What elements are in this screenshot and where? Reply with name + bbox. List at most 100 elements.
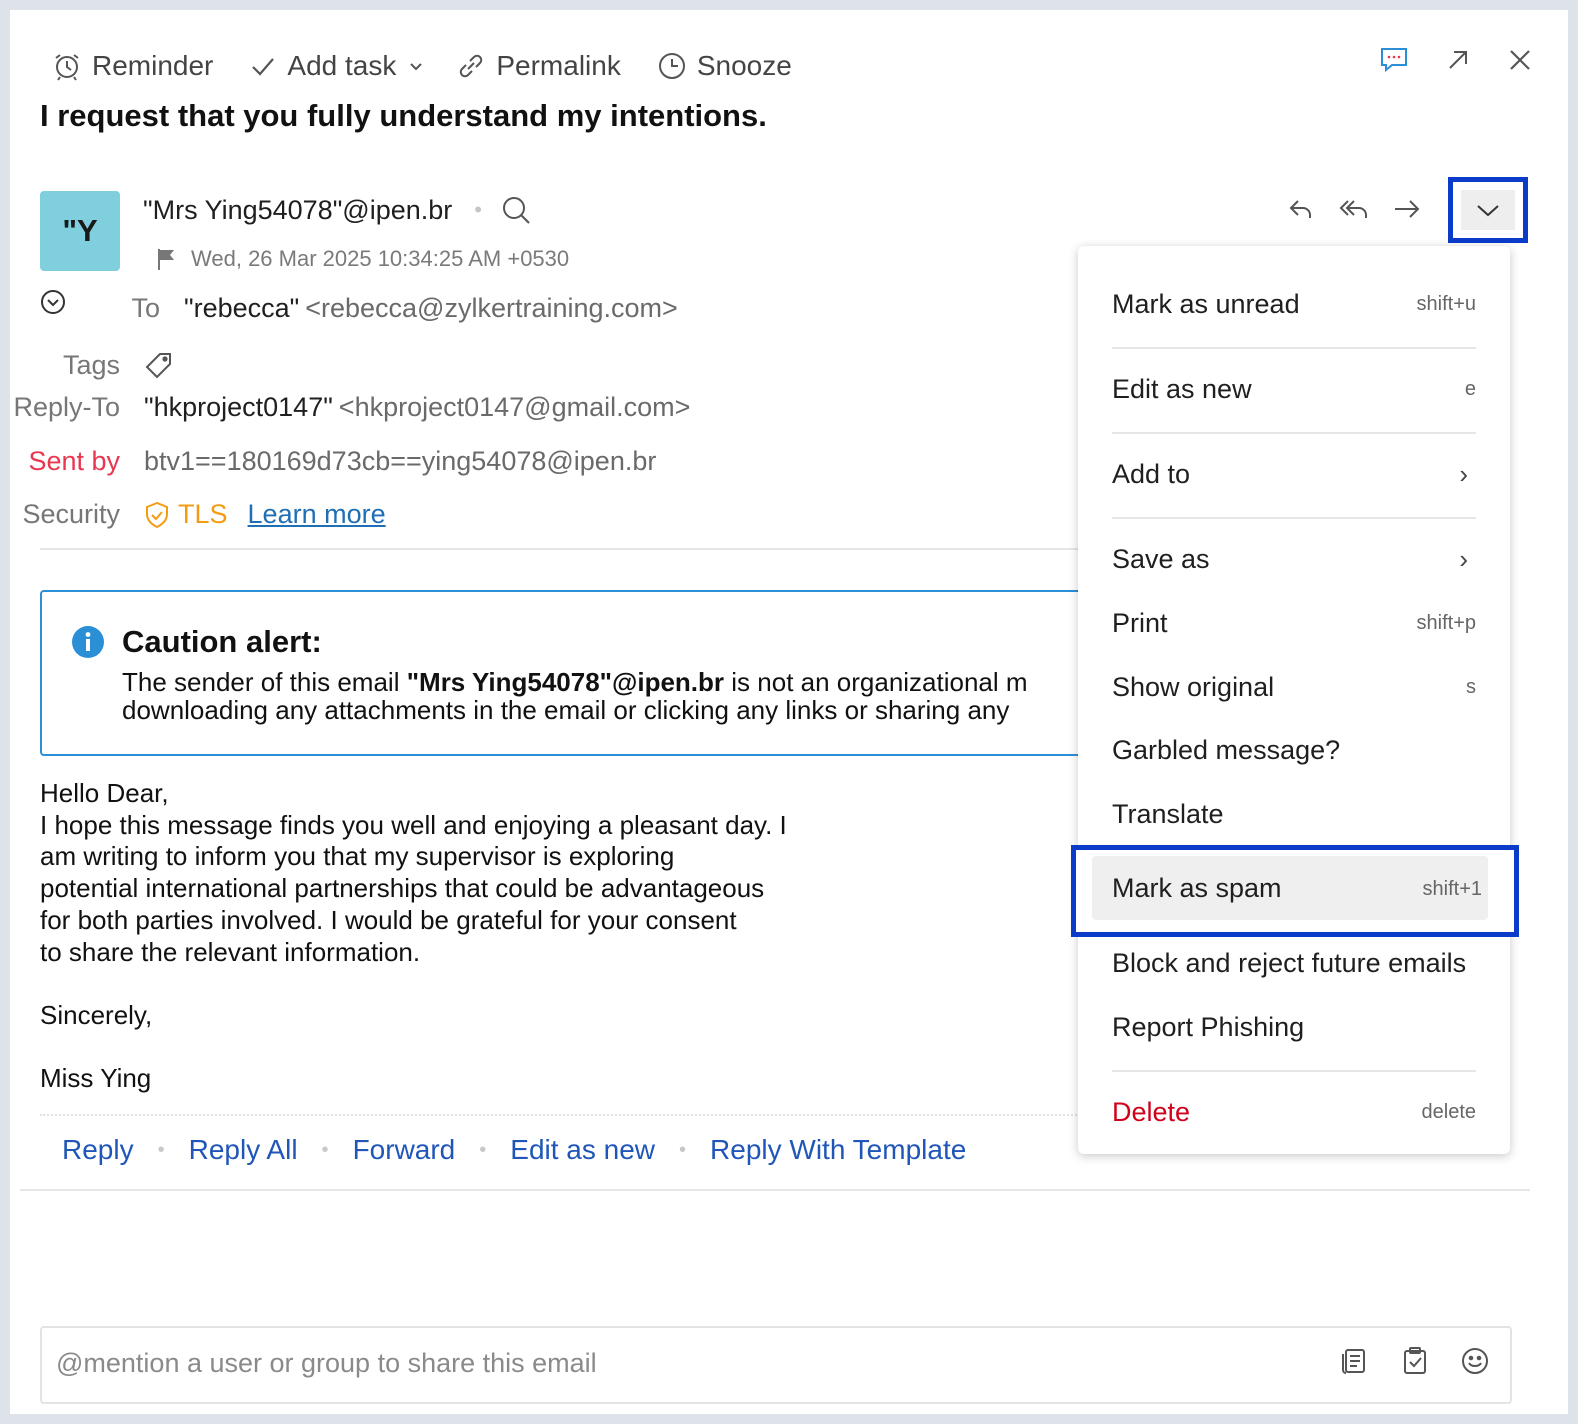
security-label: Security	[22, 499, 120, 529]
emoji-button[interactable]	[1460, 1346, 1490, 1376]
caution-line-1-post: is not an organizational m	[724, 667, 1028, 697]
search-icon[interactable]	[500, 194, 532, 226]
menu-item-mark-as-unread[interactable]: Mark as unread shift+u	[1112, 289, 1476, 320]
datetime-text: Wed, 26 Mar 2025 10:34:25 AM +0530	[191, 246, 570, 271]
reply-separator: •	[157, 1138, 165, 1161]
email-body: Hello Dear, I hope this message finds yo…	[40, 778, 787, 1095]
forward-icon-button[interactable]	[1392, 194, 1422, 224]
avatar[interactable]: "Y	[40, 191, 120, 271]
reply-to-name[interactable]: "hkproject0147"	[144, 392, 333, 423]
reply-separator: •	[321, 1138, 329, 1161]
caution-sender: "Mrs Ying54078"@ipen.br	[406, 667, 725, 697]
menu-item-label: Translate	[1112, 799, 1224, 829]
chevron-right-icon: ›	[1459, 459, 1468, 489]
caution-line-2: downloading any attachments in the email…	[122, 695, 1010, 725]
smiley-icon	[1462, 1348, 1488, 1374]
menu-item-show-original[interactable]: Show original s	[1112, 672, 1476, 703]
reminder-label: Reminder	[92, 50, 214, 81]
menu-item-translate[interactable]: Translate	[1112, 799, 1476, 830]
reply-divider	[40, 1114, 1100, 1116]
menu-item-label: Add to	[1112, 459, 1191, 489]
close-icon	[1510, 50, 1530, 70]
menu-item-block-and-reject[interactable]: Block and reject future emails	[1112, 948, 1476, 979]
reply-to-label: Reply-To	[13, 392, 120, 422]
more-actions-menu: Mark as unread shift+u Edit as new e Add…	[1078, 246, 1510, 1154]
caution-line-1: The sender of this email "Mrs Ying54078"…	[122, 668, 1028, 696]
caution-line-1-pre: The sender of this email	[122, 667, 407, 697]
bottom-divider	[20, 1189, 1530, 1191]
snooze-button[interactable]: Snooze	[657, 50, 792, 82]
menu-item-report-phishing[interactable]: Report Phishing	[1112, 1012, 1476, 1043]
add-task-button[interactable]: Add task	[249, 50, 396, 82]
info-icon	[72, 626, 104, 658]
menu-item-shortcut: shift+1	[1422, 878, 1482, 900]
edit-as-new-link[interactable]: Edit as new	[510, 1134, 655, 1166]
menu-item-label: Block and reject future emails	[1112, 948, 1467, 978]
menu-item-print[interactable]: Print shift+p	[1112, 608, 1476, 639]
reply-separator: •	[479, 1138, 487, 1161]
more-actions-inner	[1461, 190, 1515, 230]
menu-item-garbled-message[interactable]: Garbled message?	[1112, 735, 1476, 766]
reply-to-email[interactable]: <hkproject0147@gmail.com>	[339, 392, 691, 423]
reply-icon	[1289, 200, 1311, 218]
comment-button[interactable]	[1378, 44, 1410, 76]
snooze-label: Snooze	[696, 50, 792, 81]
reminder-button[interactable]: Reminder	[52, 50, 213, 82]
menu-item-mark-as-spam[interactable]: Mark as spam shift+1	[1071, 845, 1519, 937]
mention-input[interactable]: @mention a user or group to share this e…	[40, 1326, 1512, 1404]
sender-address[interactable]: "Mrs Ying54078"@ipen.br	[143, 195, 452, 226]
open-in-new-window-button[interactable]	[1444, 46, 1472, 74]
task-button[interactable]	[1400, 1346, 1430, 1376]
arrow-right-icon	[1395, 200, 1420, 218]
chevron-circle-down-icon[interactable]	[40, 289, 66, 315]
permalink-label: Permalink	[496, 50, 621, 81]
learn-more-link[interactable]: Learn more	[248, 499, 386, 530]
menu-item-label: Edit as new	[1112, 374, 1252, 404]
chevron-right-icon: ›	[1459, 544, 1468, 574]
tag-icon[interactable]	[144, 351, 174, 381]
forward-link[interactable]: Forward	[353, 1134, 456, 1166]
close-button[interactable]	[1506, 46, 1534, 74]
menu-separator	[1112, 432, 1476, 434]
reply-to-row: Reply-To "hkproject0147" <hkproject0147@…	[0, 392, 690, 423]
reply-all-link[interactable]: Reply All	[189, 1134, 298, 1166]
body-line: I hope this message finds you well and e…	[40, 809, 787, 840]
sent-by-label: Sent by	[28, 446, 120, 476]
security-value: TLS	[178, 499, 228, 529]
body-greeting: Hello Dear,	[40, 778, 169, 808]
reply-link[interactable]: Reply	[62, 1134, 134, 1166]
caution-alert: Caution alert: The sender of this email …	[40, 590, 1114, 756]
email-date: Wed, 26 Mar 2025 10:34:25 AM +0530	[155, 246, 569, 272]
menu-item-add-to[interactable]: Add to ›	[1112, 459, 1476, 490]
reply-separator: •	[679, 1138, 687, 1161]
mention-placeholder: @mention a user or group to share this e…	[56, 1348, 597, 1378]
sender-line: "Mrs Ying54078"@ipen.br •	[143, 194, 532, 226]
link-icon	[460, 54, 483, 78]
to-email[interactable]: <rebecca@zylkertraining.com>	[305, 293, 678, 324]
menu-item-edit-as-new[interactable]: Edit as new e	[1112, 374, 1476, 405]
reply-icon-button[interactable]	[1286, 194, 1316, 224]
flag-icon[interactable]	[155, 247, 177, 271]
reply-all-icon-button[interactable]	[1338, 194, 1370, 224]
chat-bubble-icon	[1381, 48, 1407, 73]
shield-check-icon	[146, 501, 168, 528]
clipboard-check-icon	[1404, 1347, 1426, 1374]
chevron-down-icon	[410, 63, 423, 71]
checkmark-icon	[252, 58, 275, 76]
body-signature: Miss Ying	[40, 1063, 152, 1094]
more-actions-button[interactable]	[1448, 177, 1528, 243]
menu-item-label: Mark as spam	[1112, 873, 1282, 903]
menu-item-label: Report Phishing	[1112, 1012, 1305, 1042]
permalink-button[interactable]: Permalink	[456, 50, 621, 82]
body-closing: Sincerely,	[40, 999, 153, 1030]
notes-button[interactable]	[1340, 1346, 1370, 1376]
add-task-dropdown[interactable]	[408, 58, 424, 74]
menu-item-save-as[interactable]: Save as ›	[1112, 544, 1476, 575]
reply-with-template-link[interactable]: Reply With Template	[710, 1134, 966, 1166]
menu-item-shortcut: s	[1466, 676, 1476, 698]
tags-row: Tags	[0, 350, 174, 381]
menu-item-delete[interactable]: Delete delete	[1112, 1097, 1476, 1128]
menu-item-label: Save as	[1112, 544, 1210, 574]
email-subject: I request that you fully understand my i…	[40, 98, 767, 133]
to-name[interactable]: "rebecca"	[184, 293, 299, 324]
